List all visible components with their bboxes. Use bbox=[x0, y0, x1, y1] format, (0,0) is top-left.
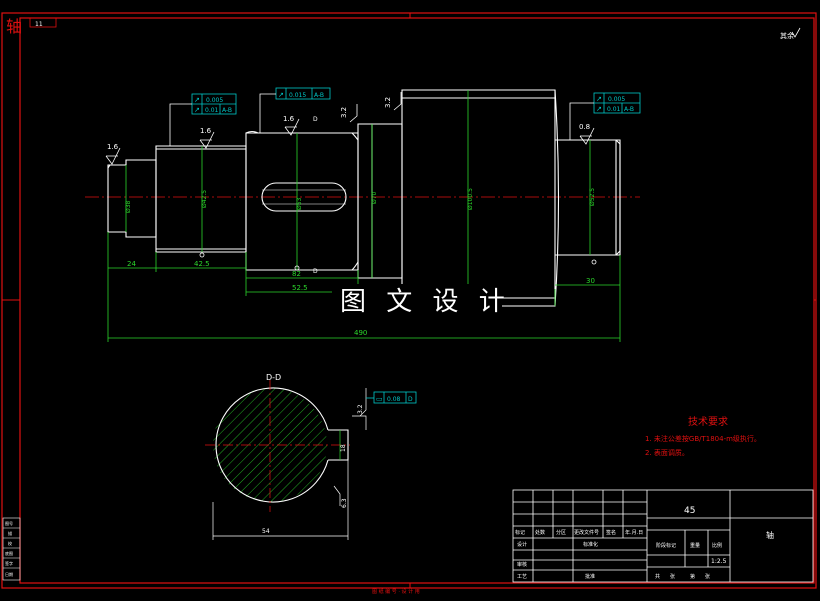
dim-label: Ø53 bbox=[296, 197, 303, 210]
dim-label: Ø70 bbox=[371, 191, 378, 204]
dim-label: Ø100.5 bbox=[467, 188, 474, 210]
dim-label: Ø42.5 bbox=[201, 190, 208, 208]
diameter-labels: Ø38 Ø42.5 Ø53 Ø70 Ø100.5 Ø52.5 bbox=[125, 188, 596, 213]
tb-label: 张 bbox=[670, 573, 675, 580]
corner-stamp-label: 11 bbox=[35, 21, 43, 28]
cad-drawing: 轴 11 其余 图号 描 校 底图 签字 日期 Ø38 Ø42.5 Ø53 Ø7… bbox=[1, 12, 817, 595]
tol-value: 0.01 bbox=[607, 106, 621, 113]
tb-label: 批准 bbox=[585, 573, 595, 580]
roughness-value: 1.6 bbox=[200, 127, 212, 135]
roughness-value: 0.8 bbox=[579, 123, 590, 131]
tb-label: 更改文件号 bbox=[574, 529, 599, 536]
section-label: D-D bbox=[266, 373, 281, 382]
flatness-symbol: ▭ bbox=[376, 395, 383, 403]
tb-scale: 1:2.5 bbox=[711, 558, 727, 565]
watermark: 图 文 设 计 bbox=[332, 284, 511, 318]
tol-value: 0.005 bbox=[206, 97, 223, 104]
tb-label: 处数 bbox=[535, 529, 545, 536]
top-right-roughness-note: 其余 bbox=[780, 27, 801, 40]
tb-label: 签名 bbox=[606, 529, 616, 536]
tb-label: 工艺 bbox=[517, 574, 527, 580]
tol-symbol: ↗ bbox=[278, 91, 284, 99]
side-strip-label: 图号 bbox=[5, 520, 13, 526]
roughness-value: 3.2 bbox=[384, 97, 392, 108]
tb-label: 共 bbox=[655, 573, 660, 580]
side-strip-label: 日期 bbox=[5, 571, 13, 577]
tb-material: 45 bbox=[684, 506, 695, 516]
tb-label: 年.月.日 bbox=[625, 529, 643, 536]
tech-req-item: 1. 未注公差按GB/T1804-m级执行。 bbox=[645, 434, 761, 443]
dim-label: 24 bbox=[127, 260, 136, 268]
tech-req-item: 2. 表面调质。 bbox=[645, 448, 689, 457]
section-width: 54 bbox=[262, 528, 270, 535]
tb-label: 重量 bbox=[690, 542, 700, 549]
section-view: D-D 54 18 3.2 6.3 ▭ 0.08 D bbox=[205, 373, 417, 540]
dim-label: 490 bbox=[354, 329, 367, 337]
tol-datum: A-B bbox=[624, 106, 634, 113]
tech-req-title: 技术要求 bbox=[688, 415, 728, 428]
tol-symbol: ↗ bbox=[194, 106, 200, 114]
tol-value: 0.015 bbox=[289, 92, 306, 99]
tol-value: 0.01 bbox=[205, 107, 219, 114]
technical-requirements: 技术要求 1. 未注公差按GB/T1804-m级执行。 2. 表面调质。 bbox=[645, 415, 761, 457]
tb-label: 比例 bbox=[712, 542, 722, 549]
tol-datum: A-B bbox=[222, 107, 232, 114]
side-strip bbox=[2, 517, 21, 581]
tb-label: 张 bbox=[705, 573, 710, 580]
section-key-depth: 18 bbox=[340, 444, 347, 452]
title-block-text: 标记 处数 分区 更改文件号 签名 年.月.日 设计 标准化 审核 工艺 批准 … bbox=[515, 506, 774, 580]
tb-label: 标记 bbox=[515, 529, 525, 536]
tol-datum: A-B bbox=[314, 92, 324, 99]
roughness-symbols bbox=[105, 92, 595, 165]
dim-label: 30 bbox=[586, 277, 595, 285]
side-strip-labels: 图号 描 校 底图 签字 日期 bbox=[5, 520, 13, 577]
tb-name: 轴 bbox=[766, 530, 774, 540]
roughness-labels: 1.6 1.6 1.6 3.2 3.2 0.8 bbox=[107, 97, 590, 151]
tb-label: 第 bbox=[690, 573, 695, 580]
side-strip-label: 校 bbox=[8, 540, 12, 546]
dim-label: 52.5 bbox=[292, 284, 308, 292]
dim-label: Ø38 bbox=[125, 200, 132, 213]
roughness-value: 3.2 bbox=[340, 107, 348, 118]
side-strip-label: 底图 bbox=[5, 550, 13, 556]
corner-stamp-char: 轴 bbox=[6, 17, 22, 36]
side-strip-label: 签字 bbox=[5, 560, 13, 566]
bottom-stamp: 图 纸 编 号 · 设 计 用 bbox=[372, 588, 420, 595]
watermark-text: 图 文 设 计 bbox=[340, 287, 511, 317]
tb-label: 阶段标记 bbox=[656, 542, 676, 549]
tolerance-frame-1: ↗ 0.005 ↗ 0.01 A-B bbox=[169, 93, 237, 146]
tb-label: 标准化 bbox=[583, 541, 598, 548]
side-strip-label: 描 bbox=[8, 530, 12, 536]
tol-symbol: ↗ bbox=[194, 96, 200, 104]
tol-value: 0.005 bbox=[608, 96, 625, 103]
tol-symbol: ↗ bbox=[596, 95, 602, 103]
section-marker-d: D bbox=[313, 116, 318, 123]
section-rough-side: 6.3 bbox=[341, 498, 348, 508]
shaft-outline bbox=[107, 89, 621, 307]
tb-label: 分区 bbox=[556, 529, 566, 536]
tol-symbol: ↗ bbox=[596, 105, 602, 113]
dim-label: Ø52.5 bbox=[589, 188, 596, 206]
tb-label: 设计 bbox=[517, 541, 527, 548]
tb-label: 审核 bbox=[517, 561, 527, 568]
section-rough-top: 3.2 bbox=[357, 404, 364, 414]
flatness-datum: D bbox=[408, 396, 413, 403]
roughness-value: 1.6 bbox=[107, 143, 119, 151]
dim-label: 42.5 bbox=[194, 260, 210, 268]
flatness-value: 0.08 bbox=[387, 396, 401, 403]
dim-label: 82 bbox=[292, 270, 301, 278]
tolerance-frame-3: ↗ 0.005 ↗ 0.01 A-B bbox=[569, 92, 641, 140]
section-marker-d: D bbox=[313, 268, 318, 275]
corner-stamp: 轴 11 bbox=[6, 17, 57, 36]
roughness-value: 1.6 bbox=[283, 115, 295, 123]
datum-markers bbox=[199, 252, 597, 271]
